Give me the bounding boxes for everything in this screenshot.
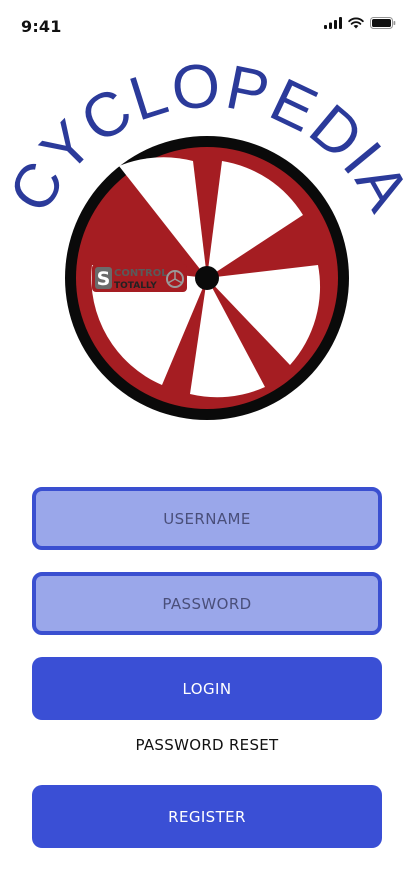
svg-text:TOTALLY: TOTALLY bbox=[114, 281, 157, 291]
register-button[interactable]: REGISTER bbox=[32, 785, 382, 848]
login-button[interactable]: LOGIN bbox=[32, 657, 382, 720]
wifi-icon bbox=[348, 17, 364, 29]
battery-icon bbox=[370, 17, 396, 29]
password-placeholder: PASSWORD bbox=[162, 594, 252, 613]
status-bar: 9:41 bbox=[0, 0, 414, 50]
username-placeholder: USERNAME bbox=[163, 509, 251, 528]
status-time: 9:41 bbox=[21, 17, 62, 36]
login-screen: 9:41 CYCLOPEDI S CONTROL TOTALLY USERNAM… bbox=[0, 0, 414, 896]
control-totally-badge: S CONTROL TOTALLY bbox=[92, 264, 187, 292]
cellular-signal-icon bbox=[324, 17, 342, 29]
login-button-label: LOGIN bbox=[182, 679, 232, 698]
svg-text:CONTROL: CONTROL bbox=[114, 268, 168, 279]
cyclopedia-logo: CYCLOPEDIA S CONTROL bbox=[0, 60, 414, 440]
status-icons bbox=[324, 16, 396, 30]
register-button-label: REGISTER bbox=[168, 807, 246, 826]
username-field[interactable]: USERNAME bbox=[32, 487, 382, 550]
password-field[interactable]: PASSWORD bbox=[32, 572, 382, 635]
password-reset-link[interactable]: PASSWORD RESET bbox=[0, 736, 414, 754]
svg-text:S: S bbox=[97, 268, 111, 290]
